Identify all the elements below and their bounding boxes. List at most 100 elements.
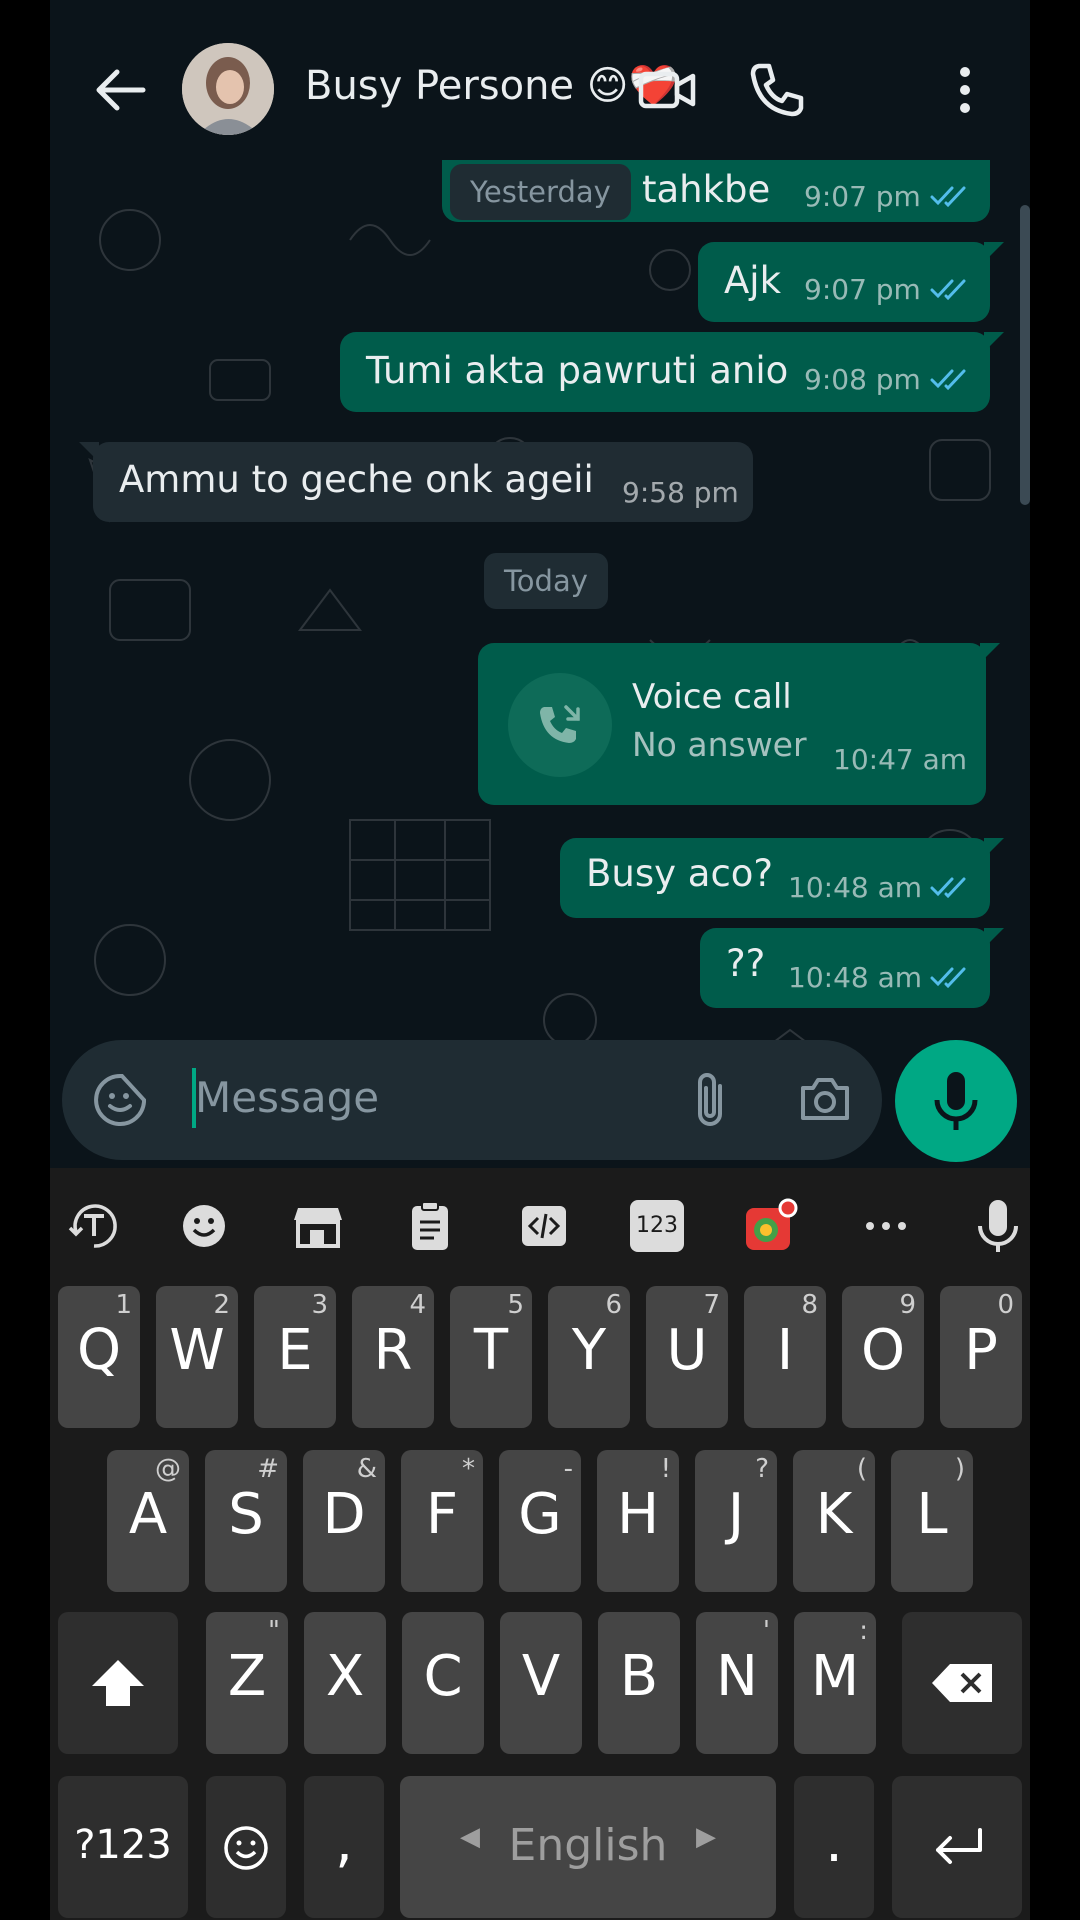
key-z[interactable]: Z " bbox=[206, 1612, 288, 1754]
key-label: I bbox=[776, 1318, 794, 1383]
key-hint: ( bbox=[856, 1454, 867, 1484]
key-hint: 7 bbox=[703, 1290, 720, 1320]
key-m[interactable]: M: bbox=[794, 1612, 876, 1754]
key-n[interactable]: N ' bbox=[696, 1612, 778, 1754]
attach-icon[interactable] bbox=[690, 1070, 730, 1132]
key-label: U bbox=[666, 1318, 708, 1383]
more-options-button[interactable] bbox=[945, 58, 985, 122]
read-ticks-icon bbox=[930, 877, 966, 899]
key-v[interactable]: V bbox=[500, 1612, 582, 1754]
key-label: W bbox=[169, 1318, 225, 1383]
key-o[interactable]: O9 bbox=[842, 1286, 924, 1428]
numbers-toolbar-button[interactable]: 123 bbox=[630, 1200, 684, 1252]
call-status: No answer bbox=[632, 725, 807, 764]
key-hint: ? bbox=[755, 1454, 769, 1484]
key-label: X bbox=[325, 1644, 365, 1709]
key-e[interactable]: E3 bbox=[254, 1286, 336, 1428]
key-label: H bbox=[616, 1482, 660, 1547]
emoji-icon[interactable] bbox=[176, 1198, 232, 1254]
enter-icon bbox=[936, 1828, 982, 1864]
contact-name[interactable]: Busy Persone 😊❤️‍🩹 bbox=[305, 62, 678, 109]
period-key[interactable]: . bbox=[794, 1776, 874, 1918]
camera-icon[interactable] bbox=[797, 1074, 853, 1124]
contact-avatar[interactable] bbox=[182, 43, 274, 135]
message-text: Tumi akta pawruti anio bbox=[366, 349, 789, 392]
space-key[interactable]: ◀ English ▶ bbox=[400, 1776, 776, 1918]
key-l[interactable]: L) bbox=[891, 1450, 973, 1592]
code-icon[interactable] bbox=[516, 1198, 572, 1254]
emoji-icon bbox=[224, 1826, 268, 1870]
key-label: E bbox=[277, 1318, 313, 1383]
key-hint: ! bbox=[660, 1454, 671, 1484]
key-hint: 2 bbox=[213, 1290, 230, 1320]
back-arrow-icon bbox=[96, 69, 146, 111]
key-label: P bbox=[964, 1318, 998, 1383]
call-title: Voice call bbox=[632, 677, 792, 717]
text-format-icon[interactable] bbox=[66, 1198, 122, 1254]
key-t[interactable]: T5 bbox=[450, 1286, 532, 1428]
key-d[interactable]: D & bbox=[303, 1450, 385, 1592]
message-time: 9:08 pm bbox=[804, 363, 921, 396]
store-icon[interactable] bbox=[290, 1198, 346, 1254]
comma-key[interactable]: , bbox=[304, 1776, 384, 1918]
message-time: 10:48 am bbox=[788, 961, 923, 994]
call-icon-circle bbox=[508, 673, 612, 777]
message-text: Ajk bbox=[724, 259, 782, 302]
key-label: N bbox=[716, 1644, 758, 1709]
voice-call-button[interactable] bbox=[745, 58, 809, 122]
key-label: Z bbox=[227, 1644, 267, 1709]
mic-icon bbox=[934, 1072, 978, 1130]
key-r[interactable]: R4 bbox=[352, 1286, 434, 1428]
key-hint: ) bbox=[954, 1454, 965, 1484]
key-s[interactable]: S # bbox=[205, 1450, 287, 1592]
key-w[interactable]: W2 bbox=[156, 1286, 238, 1428]
voice-call-bubble[interactable]: Voice call No answer 10:47 am bbox=[478, 643, 1000, 805]
colors-icon[interactable] bbox=[742, 1198, 798, 1254]
clipboard-icon[interactable] bbox=[402, 1198, 458, 1254]
back-button[interactable] bbox=[85, 60, 155, 120]
key-label: Y bbox=[571, 1318, 607, 1383]
key-p[interactable]: P0 bbox=[940, 1286, 1022, 1428]
key-b[interactable]: B bbox=[598, 1612, 680, 1754]
read-ticks-icon bbox=[930, 279, 966, 301]
voice-message-button[interactable] bbox=[895, 1040, 1017, 1162]
enter-key[interactable] bbox=[892, 1776, 1022, 1918]
message-bubble-incoming[interactable]: Ammu to geche onk ageii 9:58 pm bbox=[79, 442, 753, 522]
shift-key[interactable] bbox=[58, 1612, 178, 1754]
key-j[interactable]: J? bbox=[695, 1450, 777, 1592]
message-bubble-outgoing[interactable]: Tumi akta pawruti anio 9:08 pm bbox=[340, 332, 1004, 412]
key-q[interactable]: Q1 bbox=[58, 1286, 140, 1428]
emoji-key[interactable] bbox=[206, 1776, 286, 1918]
sticker-icon[interactable] bbox=[92, 1072, 148, 1128]
message-bubble-outgoing[interactable]: Busy aco? 10:48 am bbox=[560, 838, 1004, 918]
key-u[interactable]: U7 bbox=[646, 1286, 728, 1428]
key-g[interactable]: G- bbox=[499, 1450, 581, 1592]
key-hint: 5 bbox=[507, 1290, 524, 1320]
key-a[interactable]: A @ bbox=[107, 1450, 189, 1592]
message-input[interactable]: Message bbox=[62, 1040, 882, 1160]
message-composer: Message bbox=[50, 1040, 1030, 1170]
key-y[interactable]: Y6 bbox=[548, 1286, 630, 1428]
key-k[interactable]: K( bbox=[793, 1450, 875, 1592]
key-i[interactable]: I8 bbox=[744, 1286, 826, 1428]
key-label: C bbox=[423, 1644, 463, 1709]
key-label: T bbox=[473, 1318, 509, 1383]
video-call-button[interactable] bbox=[635, 58, 699, 122]
phone-icon bbox=[750, 63, 804, 117]
symbols-key[interactable]: ?123 bbox=[58, 1776, 188, 1918]
message-time: 9:58 pm bbox=[622, 476, 739, 509]
key-label: R bbox=[373, 1318, 413, 1383]
chat-messages-area[interactable]: tahkbe 9:07 pm Yesterday Ajk 9:07 pm Tum… bbox=[50, 160, 1030, 1170]
message-bubble-outgoing[interactable]: ?? 10:48 am bbox=[700, 928, 1004, 1008]
key-x[interactable]: X bbox=[304, 1612, 386, 1754]
key-f[interactable]: F * bbox=[401, 1450, 483, 1592]
key-c[interactable]: C bbox=[402, 1612, 484, 1754]
key-h[interactable]: H! bbox=[597, 1450, 679, 1592]
more-horiz-icon[interactable] bbox=[858, 1198, 914, 1254]
whatsapp-chat-screen: Busy Persone 😊❤️‍🩹 bbox=[50, 0, 1030, 1920]
message-bubble-outgoing[interactable]: Ajk 9:07 pm bbox=[698, 242, 1004, 322]
backspace-key[interactable] bbox=[902, 1612, 1022, 1754]
chat-scrollbar[interactable] bbox=[1020, 205, 1030, 505]
voice-input-icon[interactable] bbox=[970, 1198, 1026, 1254]
message-text: tahkbe bbox=[642, 168, 771, 211]
